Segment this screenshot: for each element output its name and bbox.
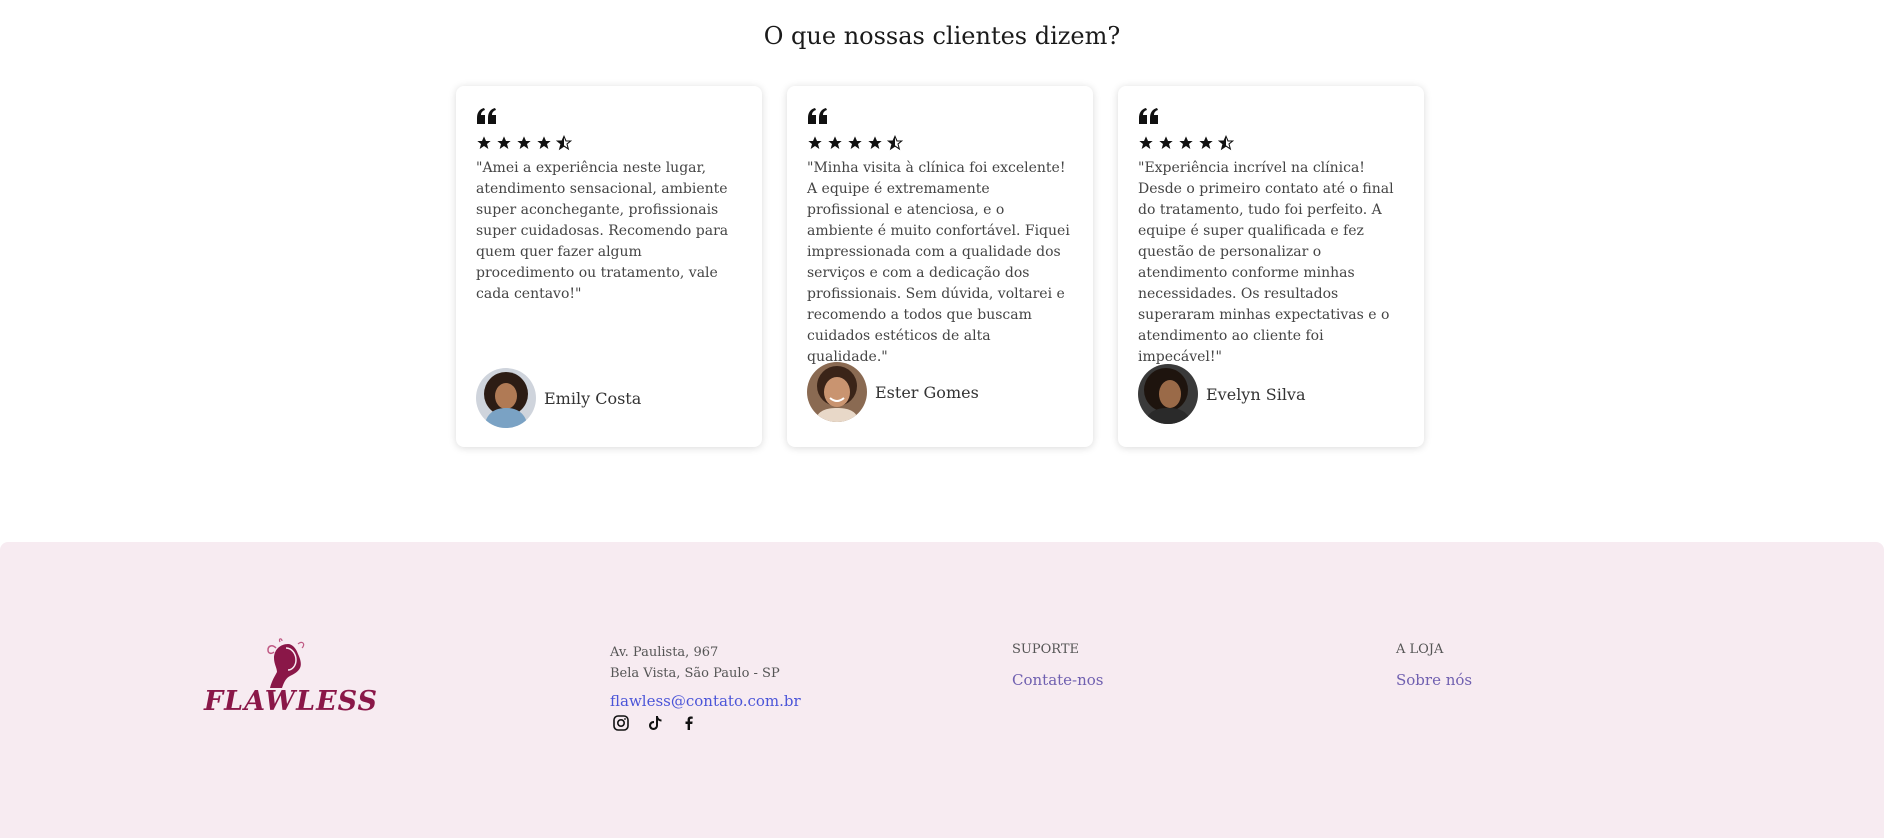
quote-icon: [1139, 108, 1158, 124]
contact-link[interactable]: Contate-nos: [1012, 671, 1104, 689]
star-icon: [537, 136, 551, 149]
star-rating: [807, 134, 1073, 152]
avatar: [476, 368, 536, 428]
star-icon: [497, 136, 511, 149]
author: Ester Gomes: [807, 362, 979, 422]
tiktok-icon[interactable]: [646, 714, 664, 732]
logo-text: FLAWLESS: [204, 686, 379, 717]
star-icon: [868, 136, 882, 149]
review-text: "Amei a experiência neste lugar, atendim…: [476, 160, 729, 302]
star-icon: [828, 136, 842, 149]
author: Emily Costa: [476, 368, 641, 428]
testimonial-card: "Experiência incrível na clínica! Desde …: [1118, 86, 1424, 447]
logo-emblem: [267, 638, 305, 688]
testimonial-card: "Amei a experiência neste lugar, atendim…: [456, 86, 762, 447]
half-star-icon: [1218, 135, 1234, 151]
star-icon: [1199, 136, 1213, 149]
author-name: Emily Costa: [544, 388, 642, 408]
star-icon: [1179, 136, 1193, 149]
email-link[interactable]: flawless@contato.com.br: [610, 692, 801, 710]
star-icon: [848, 136, 862, 149]
testimonial-card: "Minha visita à clínica foi excelente! A…: [787, 86, 1093, 447]
star-icon: [517, 136, 531, 149]
instagram-icon[interactable]: [612, 714, 630, 732]
author-name: Ester Gomes: [875, 382, 979, 402]
store-title: A LOJA: [1396, 642, 1444, 657]
review-text: "Experiência incrível na clínica! Desde …: [1138, 160, 1394, 365]
support-title: SUPORTE: [1012, 642, 1079, 657]
star-rating: [476, 134, 742, 152]
avatar: [1138, 364, 1198, 424]
star-icon: [477, 136, 491, 149]
footer: FLAWLESS Av. Paulista, 967 Bela Vista, S…: [0, 542, 1884, 838]
section-title: O que nossas clientes dizem?: [763, 22, 1121, 50]
quote-icon: [477, 108, 496, 124]
avatar: [807, 362, 867, 422]
star-icon: [808, 136, 822, 149]
star-rating: [1138, 134, 1404, 152]
author-name: Evelyn Silva: [1206, 384, 1306, 404]
address: Av. Paulista, 967 Bela Vista, São Paulo …: [610, 642, 780, 684]
social-links: [612, 714, 698, 732]
address-line: Av. Paulista, 967: [610, 645, 719, 660]
author: Evelyn Silva: [1138, 364, 1306, 424]
quote-icon: [808, 108, 827, 124]
facebook-icon[interactable]: [680, 714, 698, 732]
about-link[interactable]: Sobre nós: [1396, 671, 1472, 689]
review-text: "Minha visita à clínica foi excelente! A…: [807, 160, 1070, 365]
half-star-icon: [887, 135, 903, 151]
star-icon: [1139, 136, 1153, 149]
address-line: Bela Vista, São Paulo - SP: [610, 666, 780, 681]
logo[interactable]: FLAWLESS: [204, 638, 379, 730]
star-icon: [1159, 136, 1173, 149]
half-star-icon: [556, 135, 572, 151]
